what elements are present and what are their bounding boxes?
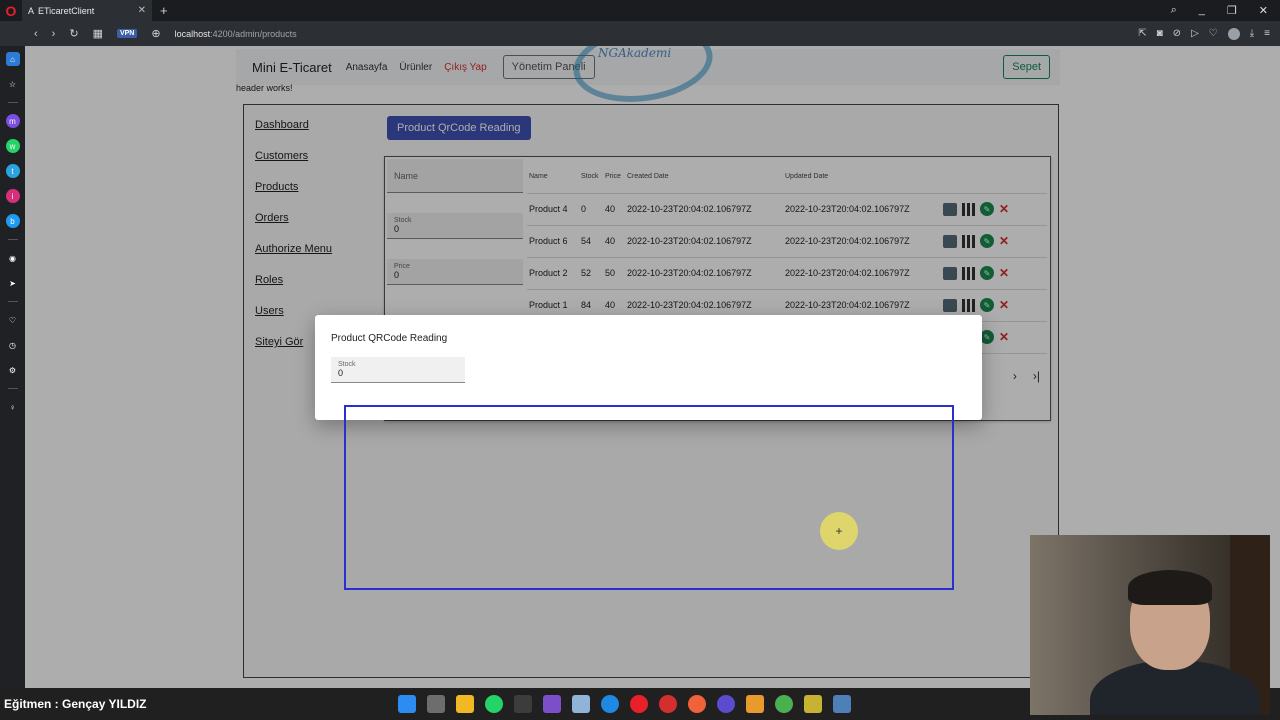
player-icon[interactable]: ◉ — [6, 251, 20, 265]
terminal-icon[interactable] — [514, 695, 532, 713]
restore-icon[interactable]: ❐ — [1227, 4, 1237, 17]
postman-icon[interactable] — [688, 695, 706, 713]
browser-tabbar: O A ETicaretClient ✕ + ⌕ _ ❐ ✕ — [0, 0, 1280, 21]
download-icon[interactable]: ⤓ — [1250, 28, 1254, 40]
tab-close-icon[interactable]: ✕ — [138, 5, 146, 16]
sticky-notes-icon[interactable] — [804, 695, 822, 713]
instagram-icon[interactable]: i — [5, 189, 20, 203]
reload-icon[interactable]: ↻ — [69, 27, 78, 40]
qr-scanner-frame — [344, 405, 954, 590]
settings-icon[interactable]: ⚙ — [6, 363, 20, 377]
home-icon[interactable]: ⌂ — [5, 52, 20, 66]
forward-icon[interactable]: › — [52, 28, 56, 40]
dialog-stock-input[interactable]: Stock 0 — [331, 357, 465, 383]
vpn-badge[interactable]: VPN — [116, 29, 138, 38]
url-field[interactable]: localhost:4200/admin/products — [175, 29, 297, 39]
camera-icon[interactable]: ◙ — [1157, 28, 1163, 40]
instructor-caption: Eğitmen : Gençay YILDIZ — [4, 697, 147, 711]
windows-start-icon[interactable] — [398, 695, 416, 713]
whatsapp-icon[interactable]: w — [5, 139, 20, 153]
new-tab-icon[interactable]: + — [160, 3, 168, 18]
webcam-person-hair — [1128, 570, 1212, 605]
task-view-icon[interactable] — [427, 695, 445, 713]
send-icon[interactable]: ➤ — [6, 276, 20, 290]
close-window-icon[interactable]: ✕ — [1259, 4, 1268, 17]
minimize-icon[interactable]: _ — [1199, 4, 1205, 17]
history-icon[interactable]: ◷ — [6, 338, 20, 352]
speed-dial-icon[interactable]: ☆ — [6, 77, 20, 91]
rail-divider — [7, 301, 18, 302]
globe-icon: ⊕ — [151, 28, 161, 40]
twitter-icon[interactable]: b — [5, 214, 20, 228]
edge-icon[interactable] — [601, 695, 619, 713]
window-controls: ⌕ _ ❐ ✕ — [1171, 4, 1280, 17]
record-icon[interactable] — [659, 695, 677, 713]
dialog-stock-value: 0 — [338, 368, 344, 378]
whatsapp-taskbar-icon[interactable] — [485, 695, 503, 713]
tabs-grid-icon[interactable]: ▦ — [93, 27, 103, 40]
address-bar: ‹ › ↻ ▦ VPN ⊕ localhost:4200/admin/produ… — [0, 21, 1280, 46]
toolbar-right: ⇱ ◙ ⊘ ▷ ♡ ⤓ ≡ — [1138, 27, 1280, 40]
file-explorer-icon[interactable] — [456, 695, 474, 713]
tab-favicon-icon: A — [28, 5, 35, 16]
browser-tab[interactable]: A ETicaretClient ✕ — [22, 0, 152, 21]
search-tabs-icon[interactable]: ⌕ — [1171, 4, 1177, 17]
visual-studio-icon[interactable] — [543, 695, 561, 713]
webcam-overlay — [1030, 535, 1270, 715]
photos-icon[interactable] — [572, 695, 590, 713]
chrome-icon[interactable] — [775, 695, 793, 713]
opera-logo-icon[interactable]: O — [0, 0, 22, 21]
vlc-icon[interactable] — [746, 695, 764, 713]
dialog-title: Product QRCode Reading — [331, 333, 448, 344]
taskbar-apps — [398, 695, 851, 713]
favorites-icon[interactable]: ♡ — [6, 313, 20, 327]
play-icon[interactable]: ▷ — [1191, 28, 1199, 40]
url-host: localhost — [174, 28, 211, 39]
opera-taskbar-icon[interactable] — [630, 695, 648, 713]
block-icon[interactable]: ⊘ — [1173, 28, 1181, 40]
tips-icon[interactable]: ♀ — [6, 400, 20, 414]
share-icon[interactable]: ⇱ — [1138, 28, 1146, 40]
rail-divider — [7, 239, 18, 240]
telegram-icon[interactable]: t — [5, 164, 20, 178]
messenger-icon[interactable]: m — [5, 114, 20, 128]
heart-icon[interactable]: ♡ — [1209, 28, 1218, 40]
tab-title: ETicaretClient — [38, 5, 95, 16]
dialog-stock-label: Stock — [338, 361, 356, 368]
sql-server-icon[interactable] — [833, 695, 851, 713]
back-icon[interactable]: ‹ — [34, 28, 38, 40]
cursor-highlight: + — [820, 512, 858, 550]
opera-sidebar: ⌂ ☆ m w t i b ◉ ➤ ♡ ◷ ⚙ ♀ — [0, 46, 25, 688]
rail-divider — [7, 388, 18, 389]
profile-avatar[interactable] — [1227, 27, 1240, 40]
url-path: :4200/admin/products — [210, 28, 297, 39]
menu-icon[interactable]: ≡ — [1264, 28, 1270, 40]
rail-divider — [7, 102, 18, 103]
eclipse-icon[interactable] — [717, 695, 735, 713]
